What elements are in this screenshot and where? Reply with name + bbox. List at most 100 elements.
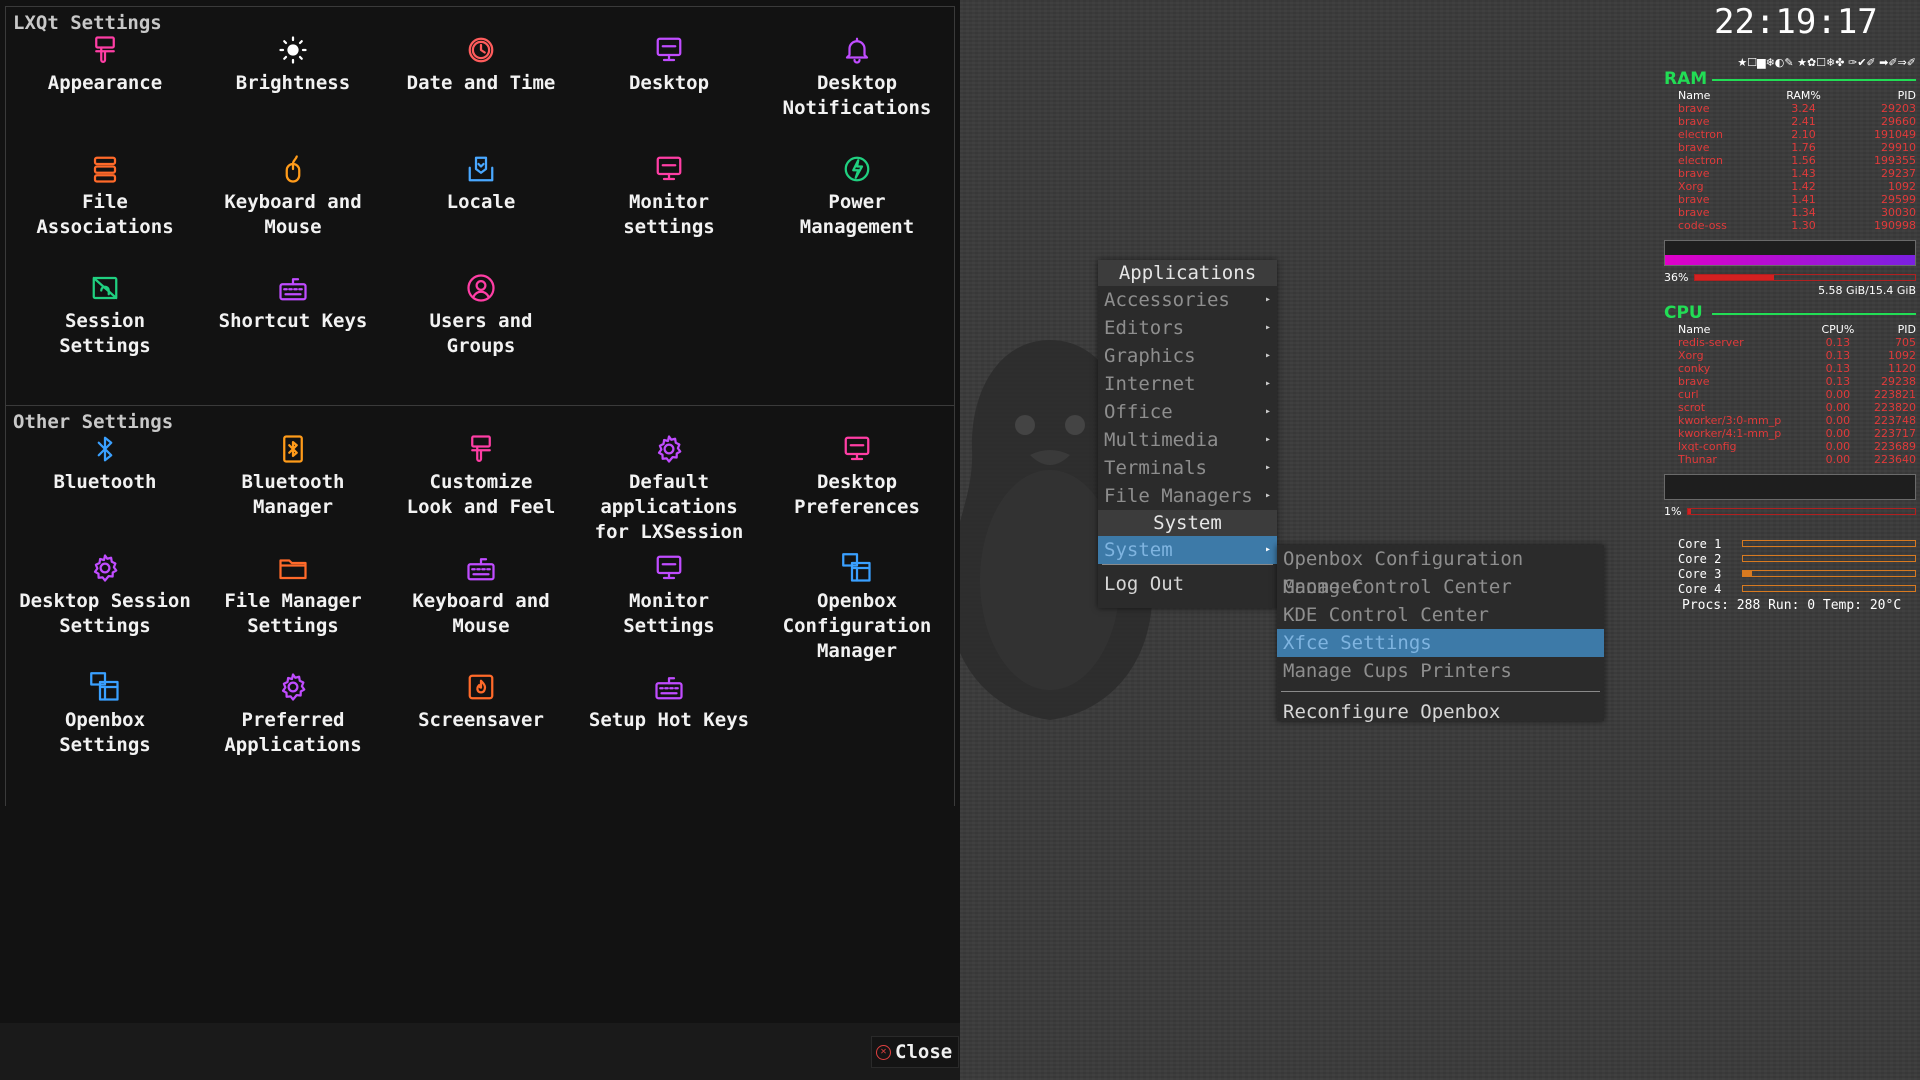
core-usage-bar bbox=[1742, 555, 1916, 562]
process-percent: 0.13 bbox=[1825, 336, 1851, 349]
process-percent: 1.43 bbox=[1791, 167, 1816, 180]
process-pid: 223748 bbox=[1874, 414, 1916, 427]
group-title-lxqt: LXQt Settings bbox=[13, 12, 162, 34]
settings-item-file-associations[interactable]: File Associations bbox=[11, 154, 199, 240]
menu-item-internet[interactable]: Internet ▸ bbox=[1098, 370, 1277, 398]
process-name: curl bbox=[1678, 388, 1699, 401]
process-pid: 223717 bbox=[1874, 427, 1916, 440]
menu-item-logout[interactable]: Log Out bbox=[1098, 570, 1277, 598]
menu-item-office[interactable]: Office ▸ bbox=[1098, 398, 1277, 426]
menu-item-graphics[interactable]: Graphics ▸ bbox=[1098, 342, 1277, 370]
menu-item-label: Accessories bbox=[1104, 289, 1230, 311]
settings-item-label: Bluetooth bbox=[53, 471, 157, 493]
settings-item-default-applications-for-lxsession[interactable]: Default applications for LXSession bbox=[575, 434, 763, 545]
menu-item-label: Multimedia bbox=[1104, 429, 1219, 451]
settings-item-monitor-settings[interactable]: Monitor Settings bbox=[575, 553, 763, 639]
menu-title-applications: Applications bbox=[1098, 260, 1277, 286]
openbox-icon bbox=[90, 672, 120, 702]
cpu-process-row: conky 0.13 1120 bbox=[1678, 362, 1916, 375]
core-label: Core 3 bbox=[1678, 566, 1722, 581]
settings-item-bluetooth-manager[interactable]: Bluetooth Manager bbox=[199, 434, 387, 520]
menu-item-kde-control-center[interactable]: KDE Control Center bbox=[1277, 601, 1604, 629]
process-percent: 0.13 bbox=[1825, 375, 1851, 388]
process-percent: 0.13 bbox=[1825, 362, 1851, 375]
menu-item-system[interactable]: System ▸ bbox=[1098, 536, 1277, 564]
settings-item-session-settings[interactable]: Session Settings bbox=[11, 273, 199, 359]
process-percent: 0.00 bbox=[1825, 414, 1851, 427]
ram-process-row: brave 1.41 29599 bbox=[1678, 193, 1916, 206]
ram-usage-row: 36% bbox=[1664, 270, 1916, 284]
menu-item-label: Internet bbox=[1104, 373, 1196, 395]
settings-item-label: Openbox Settings bbox=[59, 709, 151, 756]
bell-icon bbox=[842, 35, 872, 65]
settings-item-monitor-settings[interactable]: Monitor settings bbox=[575, 154, 763, 240]
settings-item-bluetooth[interactable]: Bluetooth bbox=[11, 434, 199, 495]
settings-item-desktop-session-settings[interactable]: Desktop Session Settings bbox=[11, 553, 199, 639]
menu-item-reconfigure-openbox[interactable]: Reconfigure Openbox bbox=[1277, 698, 1604, 726]
process-percent: 2.10 bbox=[1791, 128, 1816, 141]
submenu-arrow-icon: ▸ bbox=[1264, 544, 1271, 555]
cpu-section-title: CPU bbox=[1664, 303, 1916, 323]
settings-item-label: Bluetooth Manager bbox=[241, 471, 345, 518]
menu-item-terminals[interactable]: Terminals ▸ bbox=[1098, 454, 1277, 482]
lxqt-configuration-center: LXQt Settings Appearance Brightness Date a… bbox=[0, 0, 960, 1080]
process-pid: 29238 bbox=[1881, 375, 1916, 388]
process-percent: 3.24 bbox=[1791, 102, 1816, 115]
settings-item-label: Default applications for LXSession bbox=[594, 471, 744, 543]
settings-item-screensaver[interactable]: Screensaver bbox=[387, 672, 575, 733]
settings-item-label: Setup Hot Keys bbox=[588, 709, 750, 731]
settings-item-locale[interactable]: Locale bbox=[387, 154, 575, 215]
submenu-arrow-icon: ▸ bbox=[1264, 462, 1271, 473]
bluetooth-box-icon bbox=[278, 434, 308, 464]
monitor-icon bbox=[654, 154, 684, 184]
settings-item-desktop[interactable]: Desktop bbox=[575, 35, 763, 96]
menu-item-gnome-control-center[interactable]: Gnome Control Center bbox=[1277, 573, 1604, 601]
settings-item-label: Openbox Configuration Manager bbox=[782, 590, 932, 662]
cpu-graph bbox=[1664, 474, 1916, 500]
menu-item-openbox-configuration-manager[interactable]: Openbox Configuration Manager bbox=[1277, 545, 1604, 598]
settings-item-date-and-time[interactable]: Date and Time bbox=[387, 35, 575, 96]
cpu-process-row: redis-server 0.13 705 bbox=[1678, 336, 1916, 349]
menu-item-file-managers[interactable]: File Managers ▸ bbox=[1098, 482, 1277, 510]
cpu-col-name: Name bbox=[1678, 323, 1711, 336]
settings-item-power-management[interactable]: Power Management bbox=[763, 154, 951, 240]
settings-item-openbox-configuration-manager[interactable]: Openbox Configuration Manager bbox=[763, 553, 951, 664]
settings-item-preferred-applications[interactable]: Preferred Applications bbox=[199, 672, 387, 758]
settings-item-users-and-groups[interactable]: Users and Groups bbox=[387, 273, 575, 359]
settings-item-label: Monitor settings bbox=[623, 191, 715, 238]
settings-item-customize-look-and-feel[interactable]: Customize Look and Feel bbox=[387, 434, 575, 520]
menu-item-label: Editors bbox=[1104, 317, 1185, 339]
settings-item-openbox-settings[interactable]: Openbox Settings bbox=[11, 672, 199, 758]
user-icon bbox=[466, 273, 496, 303]
menu-item-multimedia[interactable]: Multimedia ▸ bbox=[1098, 426, 1277, 454]
ram-process-table: Name RAM% PID brave 3.24 29203 brave 2.41 296… bbox=[1678, 89, 1916, 232]
settings-item-keyboard-and-mouse[interactable]: Keyboard and Mouse bbox=[387, 553, 575, 639]
settings-item-file-manager-settings[interactable]: File Manager Settings bbox=[199, 553, 387, 639]
process-name: brave bbox=[1678, 102, 1710, 115]
settings-item-label: Keyboard and Mouse bbox=[412, 590, 550, 637]
settings-item-desktop-preferences[interactable]: Desktop Preferences bbox=[763, 434, 951, 520]
process-percent: 1.41 bbox=[1791, 193, 1816, 206]
desktop-clock: 22:19:17 bbox=[1714, 2, 1878, 42]
gear-icon bbox=[654, 434, 684, 464]
process-percent: 1.30 bbox=[1791, 219, 1816, 232]
process-percent: 2.41 bbox=[1791, 115, 1816, 128]
keyboard-icon bbox=[278, 273, 308, 303]
close-button[interactable]: ✕ Close bbox=[871, 1036, 960, 1068]
cpu-core-row: Core 1 bbox=[1678, 536, 1916, 551]
process-name: kworker/4:1-mm_p bbox=[1678, 427, 1782, 440]
settings-item-desktop-notifications[interactable]: Desktop Notifications bbox=[763, 35, 951, 121]
settings-item-setup-hot-keys[interactable]: Setup Hot Keys bbox=[575, 672, 763, 733]
settings-item-appearance[interactable]: Appearance bbox=[11, 35, 199, 96]
brightness-icon bbox=[278, 35, 308, 65]
settings-item-shortcut-keys[interactable]: Shortcut Keys bbox=[199, 273, 387, 334]
menu-item-accessories[interactable]: Accessories ▸ bbox=[1098, 286, 1277, 314]
submenu-arrow-icon: ▸ bbox=[1264, 294, 1271, 305]
menu-item-editors[interactable]: Editors ▸ bbox=[1098, 314, 1277, 342]
menu-item-xfce-settings[interactable]: Xfce Settings bbox=[1277, 629, 1604, 657]
settings-item-brightness[interactable]: Brightness bbox=[199, 35, 387, 96]
process-percent: 0.00 bbox=[1825, 401, 1851, 414]
menu-item-manage-cups-printers[interactable]: Manage Cups Printers bbox=[1277, 657, 1604, 685]
settings-item-keyboard-and-mouse[interactable]: Keyboard and Mouse bbox=[199, 154, 387, 240]
process-pid: 223640 bbox=[1874, 453, 1916, 466]
